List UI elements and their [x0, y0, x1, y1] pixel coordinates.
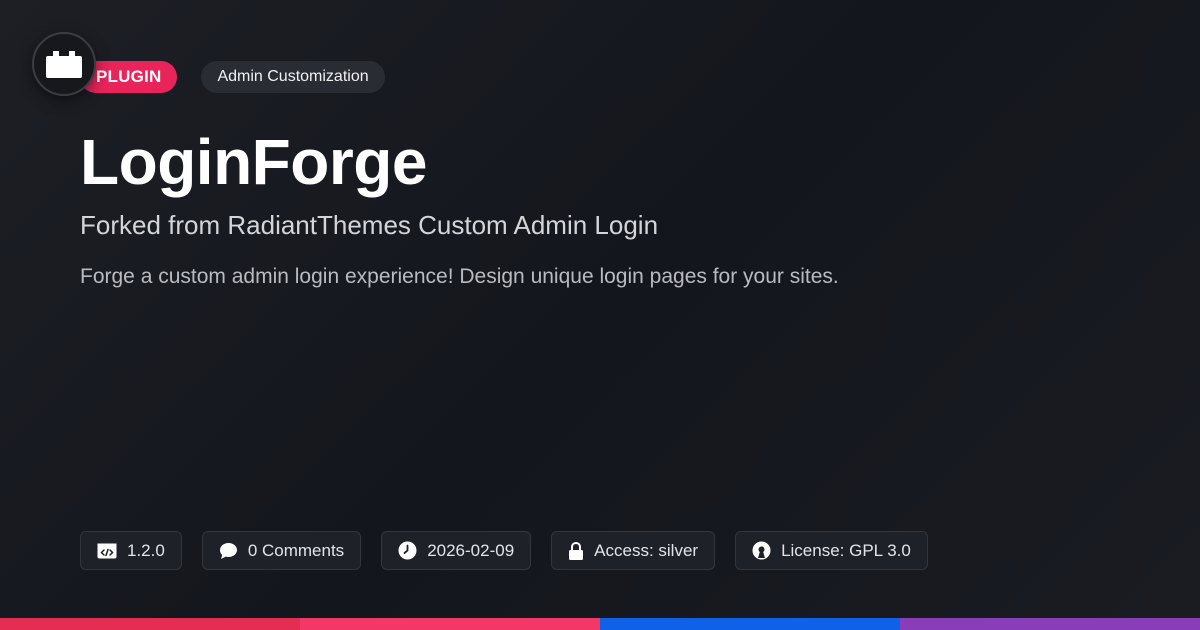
bar-segment	[300, 618, 600, 630]
subtitle: Forked from RadiantThemes Custom Admin L…	[80, 210, 659, 240]
logo-badge	[32, 32, 96, 96]
bar-segment	[600, 618, 900, 630]
tag-row: PLUGIN Admin Customization	[80, 61, 385, 93]
bar-segment	[0, 618, 300, 630]
access-chip: Access: silver	[551, 531, 716, 570]
lock-icon	[569, 541, 584, 560]
comments-chip[interactable]: 0 Comments	[201, 531, 362, 570]
bar-segment	[900, 618, 1200, 630]
comment-icon	[219, 542, 237, 559]
page-title: LoginForge	[80, 126, 427, 198]
open-source-icon	[752, 541, 771, 560]
code-icon	[97, 543, 117, 558]
version-chip: 1.2.0	[80, 531, 182, 570]
comments-label: 0 Comments	[247, 540, 345, 560]
version-label: 1.2.0	[127, 540, 165, 560]
date-chip: 2026-02-09	[381, 531, 532, 570]
license-label: License: GPL 3.0	[781, 540, 911, 560]
description: Forge a custom admin login experience! D…	[80, 265, 839, 288]
access-label: Access: silver	[594, 540, 699, 560]
category-badge[interactable]: Admin Customization	[201, 61, 385, 93]
clock-icon	[398, 541, 417, 560]
plugin-block-icon	[46, 51, 82, 78]
license-chip: License: GPL 3.0	[735, 531, 928, 570]
meta-row: 1.2.0 0 Comments 2026-02-09 Access: silv…	[80, 531, 928, 570]
color-bar	[0, 618, 1200, 630]
date-label: 2026-02-09	[427, 540, 515, 560]
